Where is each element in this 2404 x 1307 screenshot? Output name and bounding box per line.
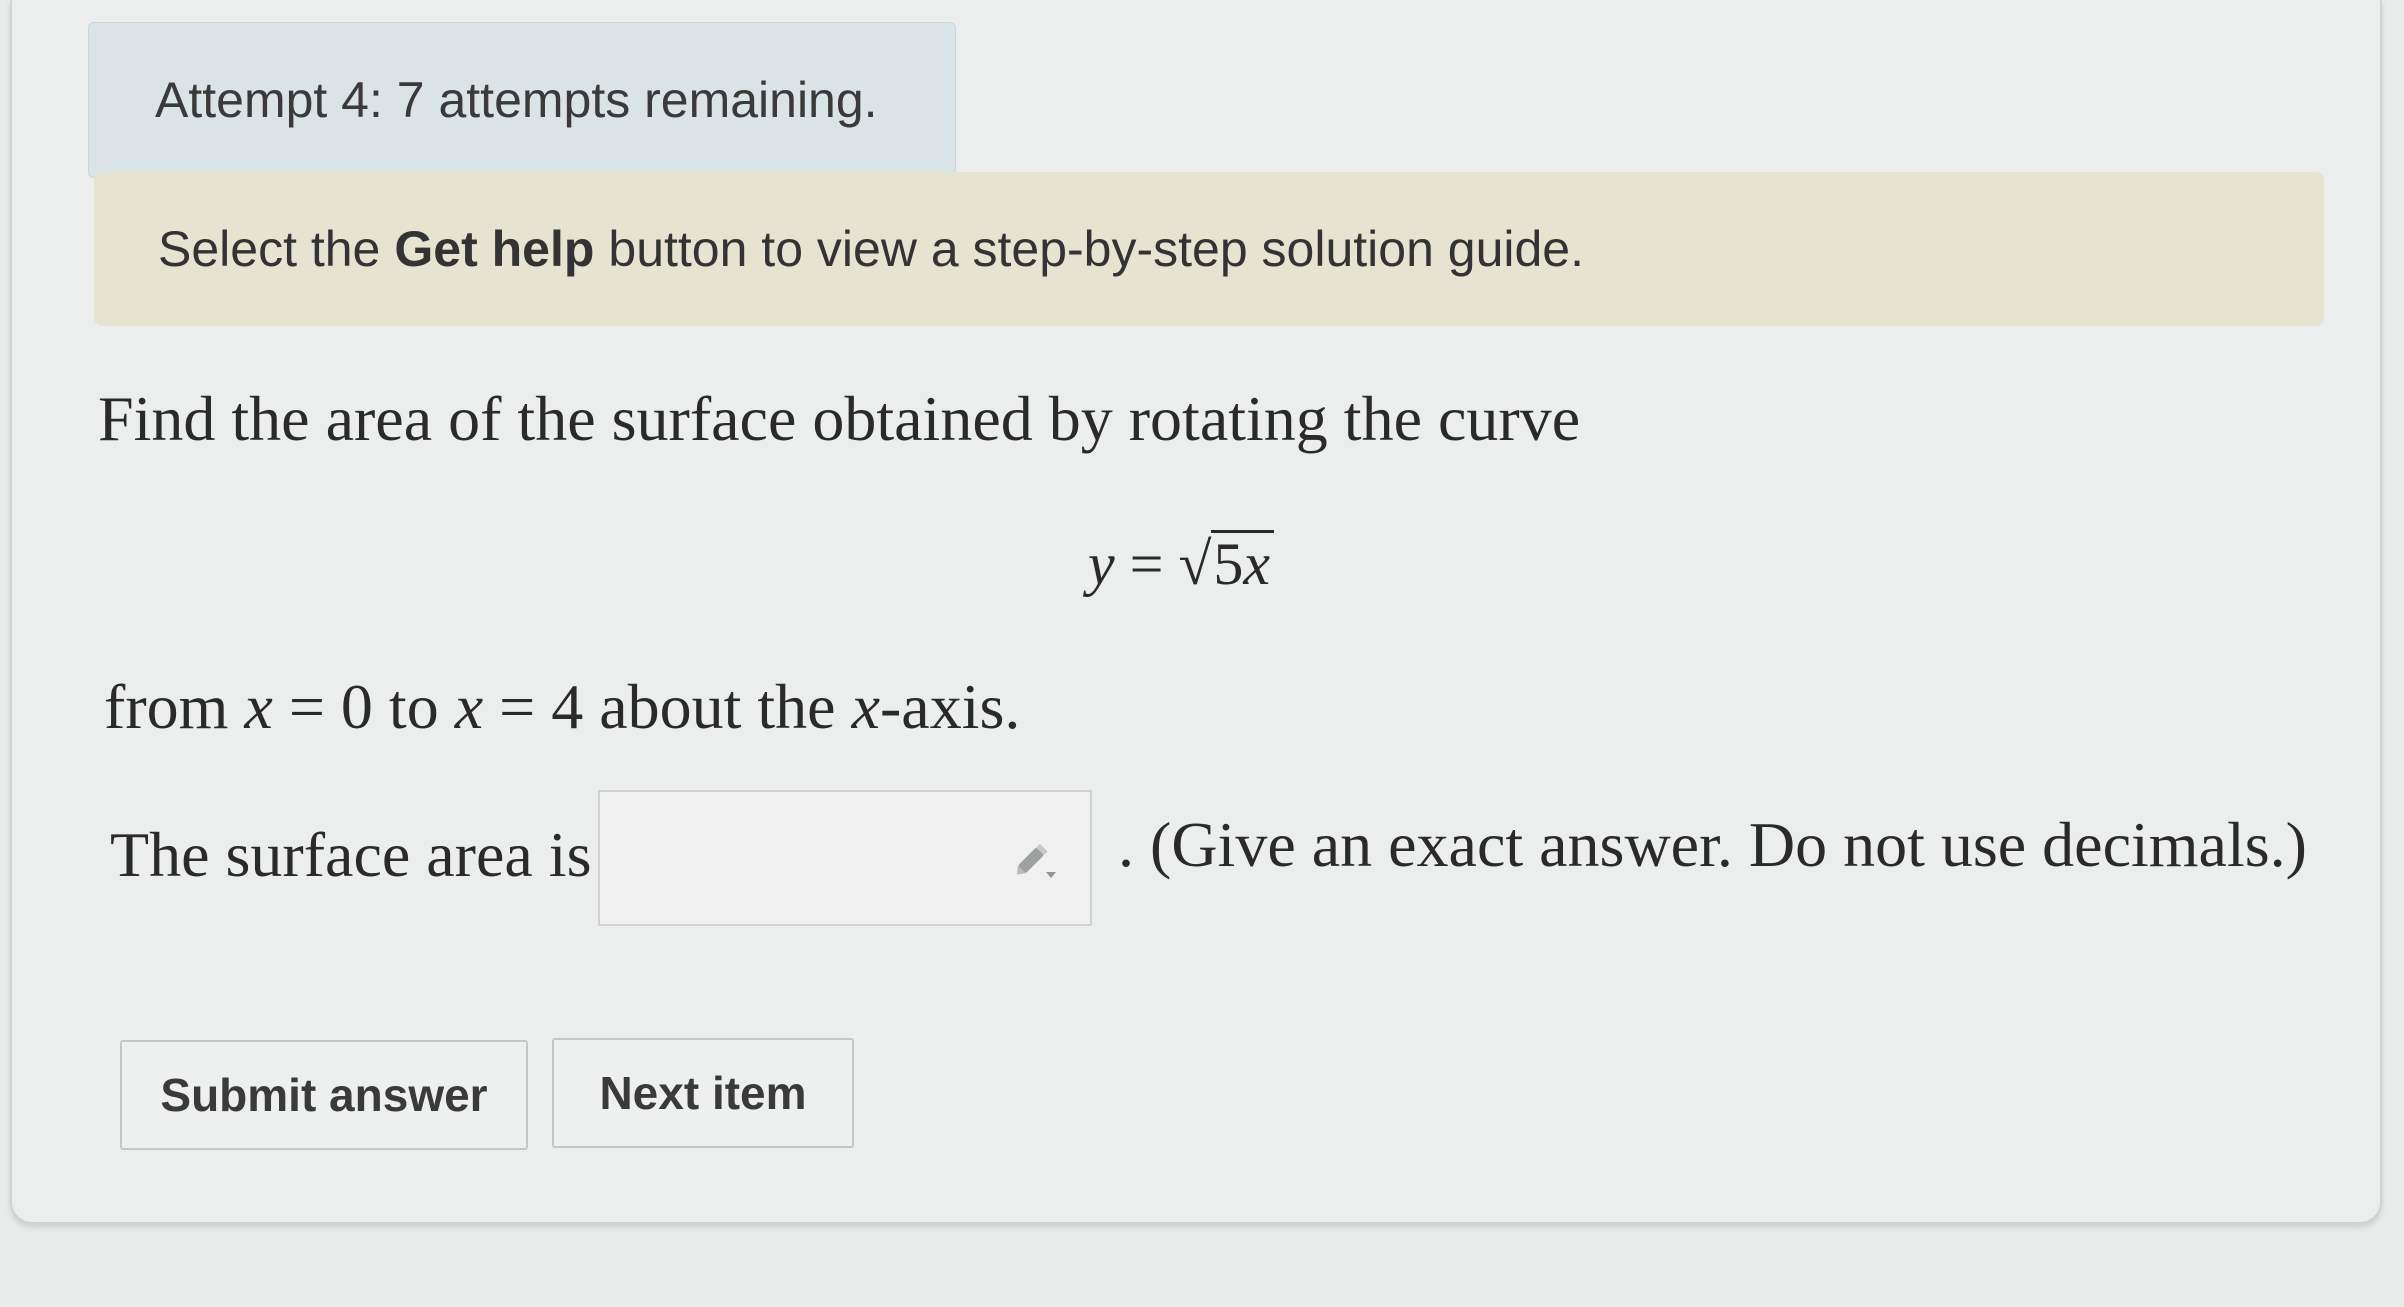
help-prefix: Select the [158,221,381,277]
range-axis-suffix: -axis. [879,671,1021,742]
range-var2: x [454,671,484,742]
radicand-var: x [1243,531,1271,597]
help-banner: Select the Get help button to view a step-… [94,172,2324,326]
next-item-button[interactable]: Next item [552,1038,854,1148]
range-eq1: = [288,671,325,742]
attempt-text: Attempt 4: 7 attempts remaining. [155,72,878,128]
radicand-coef: 5 [1213,531,1244,597]
pencil-icon [1016,843,1056,878]
equation-equals: = [1129,531,1164,597]
attempt-banner: Attempt 4: 7 attempts remaining. [88,22,956,178]
range-from: from [104,671,229,742]
answer-hint: . (Give an exact answer. Do not use deci… [1118,809,2307,880]
help-bold-text: Get help [394,221,595,277]
range-about: about the [599,671,836,742]
range-to: to [388,671,439,742]
range-eq2: = [499,671,536,742]
range-val1: 0 [340,671,373,742]
range-axis-var: x [851,671,880,742]
surface-area-answer-input[interactable] [598,790,1092,926]
submit-answer-button[interactable]: Submit answer [120,1040,528,1150]
help-suffix: button to view a step-by-step solution g… [608,221,1584,277]
answer-label: The surface area is [110,819,592,890]
sqrt-symbol: √ [1178,531,1212,597]
range-statement: from x = 0 to x = 4 about the x-axis. [104,670,1020,744]
equation-lhs: y [1088,531,1115,597]
range-var1: x [244,671,273,742]
radicand: 5x [1211,530,1275,597]
question-prompt: Find the area of the surface obtained by… [98,383,1581,454]
curve-equation: y = √5x [1088,530,1275,599]
range-val2: 4 [551,671,584,742]
